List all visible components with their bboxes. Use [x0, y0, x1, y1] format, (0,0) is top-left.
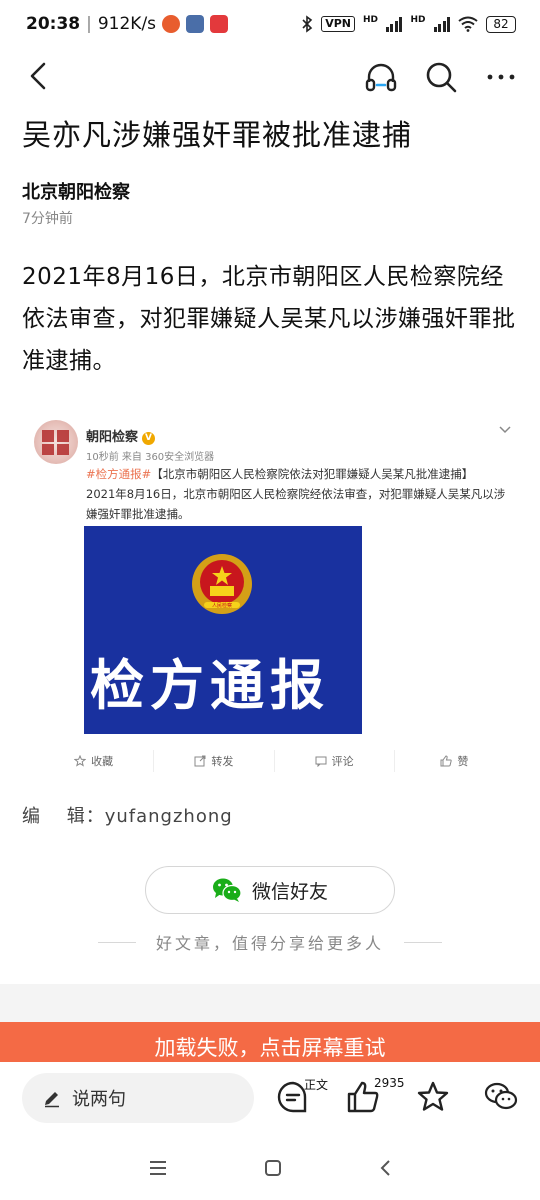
section-separator: [0, 984, 540, 1022]
wechat-icon: [212, 878, 242, 902]
repost-label: 转发: [211, 755, 234, 768]
comment-icon: [315, 756, 327, 767]
pencil-icon: [45, 1092, 59, 1108]
share-hint-text: 好文章，值得分享给更多人: [155, 934, 384, 953]
share-wechat-friend-button[interactable]: 微信好友: [145, 866, 395, 914]
app-notification-icon: [162, 15, 181, 33]
hd-label-1: HD: [362, 15, 378, 25]
status-time: 20:38: [26, 14, 81, 34]
more-icon[interactable]: [484, 60, 518, 94]
body-badge: 正文: [304, 1078, 329, 1092]
vpn-badge: VPN: [321, 16, 355, 32]
notice-banner: 人民检察 检方通报: [84, 526, 362, 734]
account-avatar: [34, 420, 78, 464]
article-body: 2021年8月16日，北京市朝阳区人民检察院经依法审查，对犯罪嫌疑人吴某凡以涉嫌…: [22, 264, 516, 374]
comment-label: 评论: [331, 755, 354, 768]
article-title: 吴亦凡涉嫌强奸罪被批准逮捕: [22, 118, 413, 152]
chevron-down-icon: [499, 426, 511, 434]
status-separator: |: [86, 14, 92, 34]
bluetooth-icon: [302, 15, 313, 33]
post-headline: 【北京市朝阳区人民检察院依法对犯罪嫌疑人吴某凡批准逮捕】: [151, 467, 474, 481]
verified-badge-icon: V: [142, 432, 156, 445]
wifi-icon: [458, 16, 478, 32]
top-navigation: [0, 48, 540, 104]
divider: [97, 941, 136, 943]
banner-text: 检方通报: [90, 654, 330, 717]
status-speed: 912K/s: [97, 14, 157, 34]
star-icon: [74, 755, 87, 767]
divider: [404, 941, 442, 943]
editor-credit: 编 辑：yufangzhong: [22, 806, 233, 827]
search-icon[interactable]: [424, 60, 458, 94]
chevron-left-icon[interactable]: [22, 60, 54, 92]
headphones-icon[interactable]: [364, 60, 398, 94]
favorite-action[interactable]: 收藏: [34, 750, 155, 772]
post-content: 2021年8月16日，北京市朝阳区人民检察院经依法审查，对犯罪嫌疑人吴某凡以涉嫌…: [86, 487, 506, 521]
load-failed-retry-banner[interactable]: 加载失败，点击屏幕重试: [0, 1022, 540, 1062]
battery-icon: 82: [486, 15, 516, 33]
hd-label-2: HD: [410, 15, 426, 25]
star-icon[interactable]: [416, 1080, 450, 1114]
like-count: 2935: [374, 1076, 405, 1090]
post-hashtag: #检方通报#: [86, 467, 152, 481]
app-notification-icon-3: [210, 15, 229, 33]
like-label: 赞: [457, 755, 469, 768]
like-action[interactable]: 赞: [395, 750, 514, 772]
post-actions: 收藏 转发 评论 赞: [34, 750, 514, 772]
signal-icon: [385, 16, 403, 32]
comment-input[interactable]: 说两句: [22, 1073, 254, 1123]
embedded-post-image[interactable]: 朝阳检察 V 10秒前 来自 360安全浏览器 #检方通报#【北京市朝阳区人民检察…: [22, 406, 522, 784]
home-icon[interactable]: [264, 1159, 282, 1177]
post-meta: 10秒前 来自 360安全浏览器: [86, 452, 215, 463]
status-bar: 20:38 | 912K/s VPN HD HD 82: [0, 0, 540, 48]
back-icon[interactable]: [378, 1159, 392, 1177]
share-hint: 好文章，值得分享给更多人: [0, 930, 540, 954]
post-text: #检方通报#【北京市朝阳区人民检察院依法对犯罪嫌疑人吴某凡批准逮捕】 2021年8…: [86, 464, 516, 524]
comment-placeholder: 说两句: [72, 1089, 126, 1110]
repost-icon: [194, 755, 206, 767]
repost-action[interactable]: 转发: [154, 750, 275, 772]
wechat-share-icon[interactable]: [484, 1080, 518, 1114]
emblem-text: 人民检察: [212, 602, 232, 609]
app-notification-icon-2: [186, 15, 205, 33]
comment-action[interactable]: 评论: [275, 750, 395, 772]
share-button-label: 微信好友: [251, 880, 328, 903]
bottom-action-bar: 说两句 正文 2935: [0, 1062, 540, 1136]
favorite-label: 收藏: [91, 755, 114, 768]
system-navigation-bar: [0, 1136, 540, 1200]
menu-icon[interactable]: [148, 1159, 168, 1177]
signal-icon-2: [433, 16, 450, 32]
publish-time: 7分钟前: [22, 211, 73, 227]
account-name: 朝阳检察 V: [86, 426, 156, 445]
thumbs-up-icon: [440, 755, 453, 767]
author-name[interactable]: 北京朝阳检察: [22, 178, 130, 204]
procuratorate-emblem-icon: 人民检察: [192, 554, 252, 614]
account-name-text: 朝阳检察: [86, 430, 139, 445]
